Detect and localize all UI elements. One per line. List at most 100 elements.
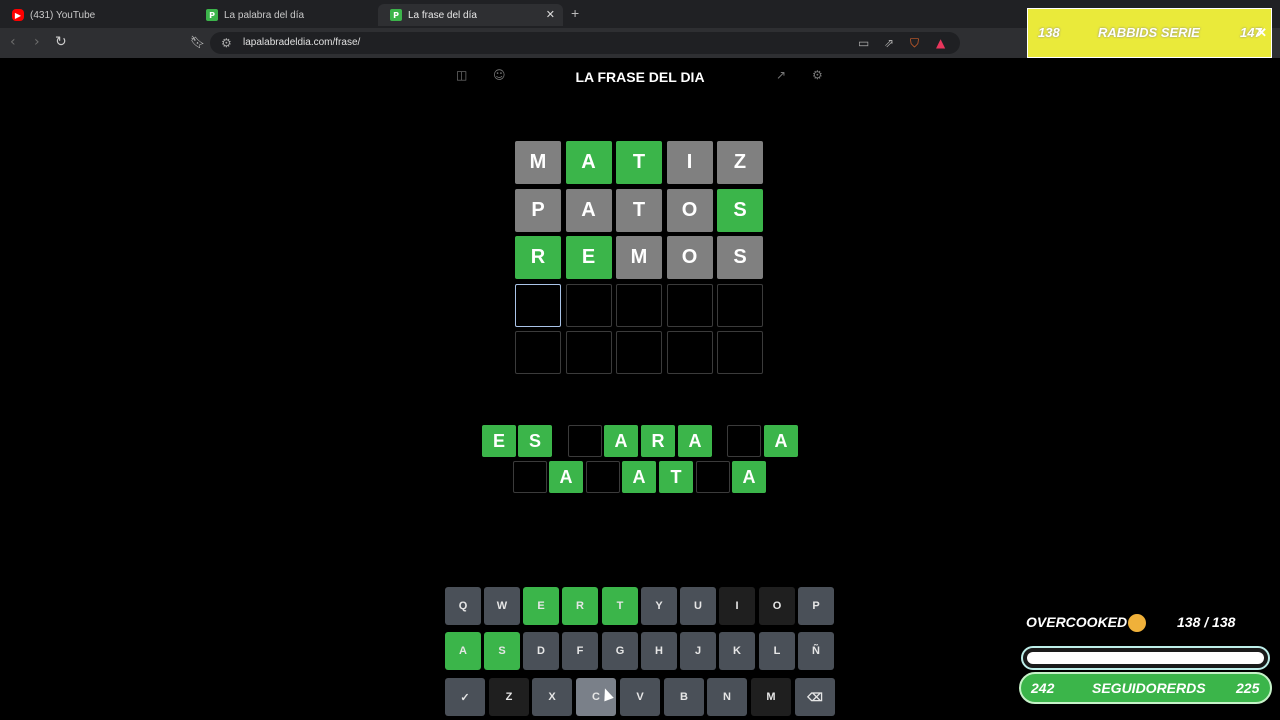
grid-cell: R (515, 236, 561, 279)
overlay-progress-bar (1021, 646, 1270, 670)
enter-key[interactable]: ✓ (445, 678, 485, 716)
new-tab-icon[interactable]: + (571, 5, 579, 21)
grid-cell (666, 283, 713, 327)
brave-shield-icon[interactable]: ⛉ (910, 36, 919, 51)
grid-cell: M (515, 141, 561, 184)
key-ñ[interactable]: Ñ (798, 632, 834, 670)
grid-cell: A (565, 141, 612, 184)
phrase-tile: A (732, 461, 766, 493)
overlay-game-title: OVERCOOKED (1026, 614, 1128, 630)
grid-cell: E (565, 236, 612, 279)
phrase-tile (568, 425, 602, 457)
url-text: lapalabradeldia.com/frase/ (243, 37, 361, 48)
phrase-tile (727, 425, 761, 457)
phrase-tile: A (604, 425, 638, 457)
key-d[interactable]: D (523, 632, 559, 670)
key-h[interactable]: H (641, 632, 677, 670)
emoji-icon (1128, 614, 1146, 632)
phrase-tile: A (622, 461, 656, 493)
tab-label: La palabra del día (224, 9, 305, 21)
grid-cell: M (616, 236, 662, 279)
key-r[interactable]: R (562, 587, 598, 625)
tab-palabra[interactable]: P La palabra del día (194, 4, 379, 26)
key-e[interactable]: E (523, 587, 559, 625)
settings-icon[interactable]: ⚙ (812, 68, 823, 82)
tab-youtube[interactable]: ▶ (431) YouTube (0, 4, 195, 26)
grid-cell (666, 331, 713, 374)
grid-cell (616, 283, 662, 327)
key-p[interactable]: P (798, 587, 834, 625)
backspace-key[interactable]: ⌫ (795, 678, 835, 716)
overlay-progress-fill (1027, 652, 1264, 664)
tab-frase[interactable]: P La frase del día ✕ (378, 4, 563, 26)
key-k[interactable]: K (719, 632, 755, 670)
follower-left-value: 242 (1031, 680, 1055, 696)
phrase-tile: A (678, 425, 712, 457)
share-icon[interactable]: ⇗ (884, 36, 894, 50)
phrase-tile: A (764, 425, 798, 457)
key-x[interactable]: X (532, 678, 572, 716)
grid-cell (565, 331, 612, 374)
tab-label: (431) YouTube (30, 9, 96, 21)
key-u[interactable]: U (680, 587, 716, 625)
key-b[interactable]: B (664, 678, 704, 716)
phrase-tile: R (641, 425, 675, 457)
sidebar-toggle-icon[interactable]: ◫ (456, 68, 467, 82)
key-f[interactable]: F (562, 632, 598, 670)
close-icon[interactable]: ✕ (1256, 25, 1267, 41)
follower-goal-bar: 242 SEGUIDORERDS 225 (1019, 672, 1272, 704)
grid-cell (515, 331, 561, 374)
address-bar[interactable]: ⚙ lapalabradeldia.com/frase/ ▭ ⇗ ⛉ ▲ (210, 32, 960, 54)
grid-cell: T (616, 188, 662, 232)
follower-label: SEGUIDORERDS (1092, 680, 1206, 696)
key-l[interactable]: L (759, 632, 795, 670)
key-s[interactable]: S (484, 632, 520, 670)
grid-cell: O (666, 188, 713, 232)
brave-rewards-icon[interactable]: ▲ (936, 36, 945, 50)
user-icon[interactable]: ☺ (493, 68, 506, 82)
bookmark-icon[interactable]: 🔖︎ (190, 35, 205, 49)
grid-cell (717, 331, 763, 374)
key-g[interactable]: G (602, 632, 638, 670)
phrase-tile (696, 461, 730, 493)
key-w[interactable]: W (484, 587, 520, 625)
phrase-tile (513, 461, 547, 493)
back-icon[interactable]: ‹ (10, 34, 16, 50)
key-o[interactable]: O (759, 587, 795, 625)
p-favicon-icon: P (390, 9, 402, 21)
grid-cell: T (616, 141, 662, 184)
key-v[interactable]: V (620, 678, 660, 716)
phrase-tile: A (549, 461, 583, 493)
key-q[interactable]: Q (445, 587, 481, 625)
goal-left-value: 138 (1038, 25, 1060, 40)
stream-goal-overlay: 138 RABBIDS SERIE 147 ✕ (1027, 8, 1272, 58)
phrase-tile: S (518, 425, 552, 457)
close-tab-icon[interactable]: ✕ (546, 8, 555, 21)
key-a[interactable]: A (445, 632, 481, 670)
key-y[interactable]: Y (641, 587, 677, 625)
key-i[interactable]: I (719, 587, 755, 625)
grid-cell: S (717, 236, 763, 279)
cast-icon[interactable]: ▭ (858, 36, 869, 50)
key-j[interactable]: J (680, 632, 716, 670)
grid-cell: O (666, 236, 713, 279)
grid-cell: S (717, 188, 763, 232)
forward-icon[interactable]: › (34, 34, 40, 50)
site-info-icon[interactable]: ⚙ (221, 36, 232, 50)
grid-cell: Z (717, 141, 763, 184)
grid-cell (717, 283, 763, 327)
grid-cell: P (515, 188, 561, 232)
follower-right-value: 225 (1236, 680, 1260, 696)
grid-cell (565, 283, 612, 327)
tab-label: La frase del día (408, 9, 477, 21)
reload-icon[interactable]: ↻ (55, 34, 67, 50)
goal-title: RABBIDS SERIE (1098, 25, 1200, 40)
key-t[interactable]: T (602, 587, 638, 625)
stats-icon[interactable]: ↗ (776, 68, 786, 82)
key-n[interactable]: N (707, 678, 747, 716)
phrase-tile (586, 461, 620, 493)
youtube-icon: ▶ (12, 9, 24, 21)
key-z[interactable]: Z (489, 678, 529, 716)
key-m[interactable]: M (751, 678, 791, 716)
overlay-count: 138 / 138 (1177, 614, 1236, 630)
